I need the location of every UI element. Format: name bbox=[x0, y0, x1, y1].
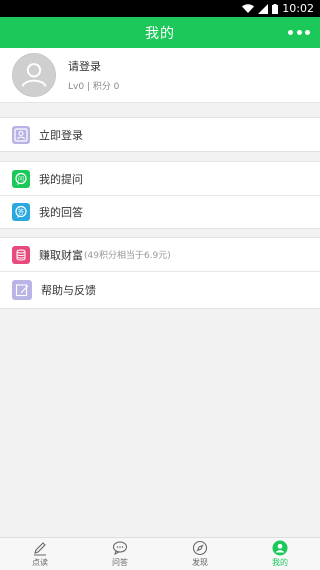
pen-icon bbox=[34, 542, 46, 556]
earn-wealth-row[interactable]: 赚取财富 (49积分相当于6.9元) bbox=[0, 238, 320, 271]
tab-qa[interactable]: 问答 bbox=[80, 538, 160, 570]
my-questions-label: 我的提问 bbox=[39, 172, 83, 186]
wifi-icon bbox=[242, 3, 255, 14]
help-feedback-row[interactable]: 帮助与反馈 bbox=[0, 271, 320, 308]
battery-icon bbox=[272, 3, 279, 14]
coins-icon bbox=[12, 245, 30, 264]
chat-icon bbox=[112, 541, 128, 555]
tab-label: 点读 bbox=[32, 558, 48, 567]
menu-group-more: 赚取财富 (49积分相当于6.9元) 帮助与反馈 bbox=[0, 237, 320, 309]
signal-icon bbox=[258, 3, 269, 14]
answer-icon: 答 bbox=[12, 203, 30, 221]
earn-wealth-label: 赚取财富 bbox=[39, 248, 83, 262]
profile-card[interactable]: 请登录 Lv0 | 积分 0 bbox=[0, 48, 320, 103]
tab-label: 发现 bbox=[192, 558, 208, 567]
tab-discover[interactable]: 发现 bbox=[160, 538, 240, 570]
tab-label: 问答 bbox=[112, 558, 128, 567]
svg-text:答: 答 bbox=[18, 208, 24, 216]
status-bar: 10:02 bbox=[0, 0, 320, 17]
avatar-icon bbox=[12, 53, 56, 97]
compass-icon bbox=[192, 540, 208, 556]
my-questions-row[interactable]: 问 我的提问 bbox=[0, 162, 320, 195]
page-title: 我的 bbox=[145, 25, 175, 42]
login-prompt[interactable]: 请登录 bbox=[68, 58, 119, 74]
earn-wealth-note: (49积分相当于6.9元) bbox=[84, 251, 171, 261]
my-answers-row[interactable]: 答 我的回答 bbox=[0, 195, 320, 228]
my-answers-label: 我的回答 bbox=[39, 206, 83, 219]
menu-group-login: 立即登录 bbox=[0, 117, 320, 152]
bottom-nav: 点读 问答 发现 我的 bbox=[0, 537, 320, 570]
menu-group-qa: 问 我的提问 答 我的回答 bbox=[0, 161, 320, 229]
status-time: 10:02 bbox=[282, 2, 314, 15]
login-now-row[interactable]: 立即登录 bbox=[0, 118, 320, 151]
tab-mine[interactable]: 我的 bbox=[240, 538, 320, 570]
more-icon[interactable] bbox=[288, 26, 310, 38]
tab-label: 我的 bbox=[272, 558, 288, 567]
question-icon: 问 bbox=[12, 169, 30, 188]
svg-text:问: 问 bbox=[18, 175, 24, 183]
tab-reading[interactable]: 点读 bbox=[0, 538, 80, 570]
app-header: 我的 bbox=[0, 17, 320, 48]
profile-icon bbox=[272, 540, 288, 556]
help-feedback-label: 帮助与反馈 bbox=[41, 284, 96, 297]
edit-icon bbox=[12, 280, 32, 300]
level-points: Lv0 | 积分 0 bbox=[68, 82, 120, 92]
user-card-icon bbox=[12, 125, 30, 144]
login-now-label: 立即登录 bbox=[39, 128, 83, 142]
